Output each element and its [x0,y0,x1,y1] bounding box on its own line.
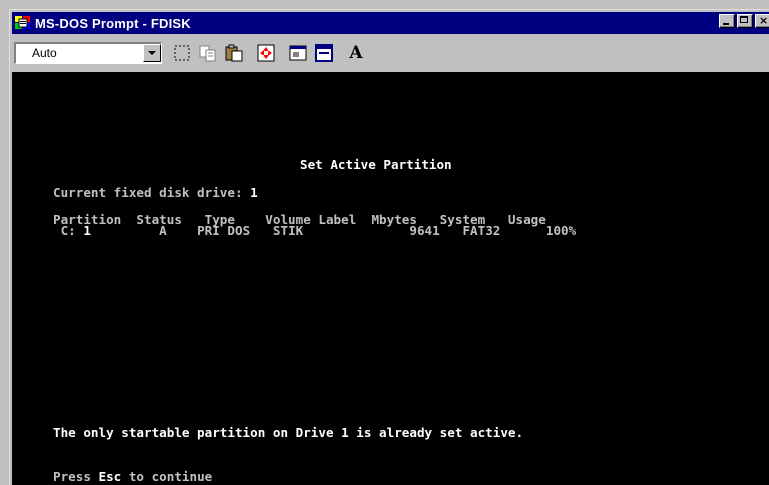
properties-icon [289,45,307,61]
minimize-button[interactable] [719,14,735,28]
background-button[interactable] [312,41,336,65]
font-size-value: Auto [32,46,57,60]
copy-icon [199,45,216,62]
continue-text: to continue [121,469,213,484]
drive-number: 1 [250,185,258,200]
paste-button[interactable] [222,41,246,65]
minimize-icon [723,23,729,25]
drive-label: Current fixed disk drive: [53,185,251,200]
status-message: The only startable partition on Drive 1 … [53,425,524,440]
partition-number: 1 [83,223,91,238]
copy-button[interactable] [196,41,220,65]
fullscreen-button[interactable] [254,41,278,65]
close-button[interactable]: × [755,14,769,28]
window-title: MS-DOS Prompt - FDISK [35,15,191,31]
font-button[interactable]: A [344,41,368,65]
toolbar: Auto A [12,36,769,70]
esc-key: Esc [98,469,122,484]
properties-button[interactable] [286,41,310,65]
maximize-icon [740,16,748,23]
screen-heading: Set Active Partition [300,157,452,172]
press-text: Press [53,469,99,484]
close-icon: × [759,14,769,27]
font-size-dropdown-button[interactable] [143,44,161,62]
partition-drive: C: [53,223,84,238]
font-size-select[interactable]: Auto [14,42,162,64]
dos-window: MS-DOS Prompt - FDISK × Auto A Set Activ… [9,9,769,485]
mark-button[interactable] [170,41,194,65]
current-drive-line: Current fixed disk drive: 1 [53,186,258,200]
fullscreen-icon [257,44,275,62]
mark-icon [174,45,190,61]
title-bar[interactable]: MS-DOS Prompt - FDISK × [12,12,769,34]
partition-row: C: 1 A PRI DOS STIK 9641 FAT32 100% [53,223,577,238]
msdos-app-icon[interactable] [14,14,32,32]
paste-icon [225,44,243,62]
partition-details: A PRI DOS STIK 9641 FAT32 100% [90,223,577,238]
maximize-button[interactable] [737,14,753,28]
background-icon [315,44,333,62]
press-esc-prompt: Press Esc to continue [53,470,212,484]
font-icon: A [349,43,363,63]
console-screen[interactable]: Set Active Partition Current fixed disk … [12,72,769,485]
